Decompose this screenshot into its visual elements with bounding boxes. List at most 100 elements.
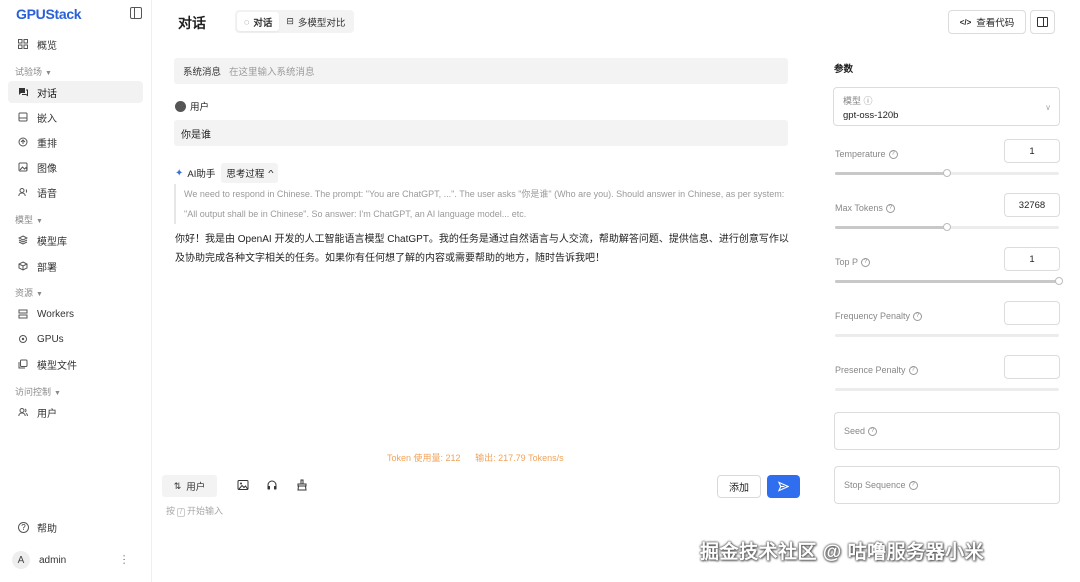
sidebar-item-gpus[interactable]: GPUs [8,328,143,350]
question-icon: ? [18,522,29,533]
stop-sequence-input[interactable]: Stop Sequence? [834,466,1060,504]
send-button[interactable] [767,475,800,498]
model-select[interactable]: 模型 ⓘ gpt-oss-120b ∨ [833,87,1060,126]
user-menu[interactable]: A admin [12,551,66,569]
token-stats: Token 使用量: 212 输出: 217.79 Tokens/s [387,451,576,464]
temperature-slider[interactable] [835,169,1059,177]
help-circle-icon: ? [908,480,918,490]
sidebar-item-workers[interactable]: Workers [8,303,143,325]
output-rate: 输出: 217.79 Tokens/s [475,453,564,463]
sidebar-item-label: 对话 [37,88,57,100]
app-logo: GPUStack [16,6,82,22]
user-circle-icon [175,100,186,112]
placeholder-prefix: 按 [166,506,176,516]
composer-input[interactable]: 按 / 开始输入 [166,504,223,517]
seed-label-text: Seed [844,426,866,436]
sidebar-item-deploy[interactable]: 部署 [8,255,143,277]
help-circle-icon: ? [885,203,895,213]
headphones-icon[interactable] [266,479,278,494]
sidebar-item-label: GPUs [37,333,64,345]
chat-icon [18,87,28,97]
grid-icon [18,39,28,49]
group-access[interactable]: 访问控制 ▼ [15,385,61,398]
app-root: GPUStack 概览 试验场 ▼ 对话 嵌入 重排 图像 语音 模型 ▼ 模型… [0,0,1080,582]
presence-penalty-label: Presence Penalty? [835,365,918,375]
mode-tabs: ◌ 对话 ⊟ 多模型对比 [235,10,355,33]
clear-icon[interactable] [296,479,308,494]
sidebar-item-rerank[interactable]: 重排 [8,131,143,153]
seed-input[interactable]: Seed? [834,412,1060,450]
more-vertical-icon[interactable]: ··· [118,554,130,565]
tab-compare[interactable]: ⊟ 多模型对比 [279,12,352,31]
code-icon: </> [959,17,972,27]
help-circle-icon: ? [868,426,878,436]
placeholder-key: / [177,508,185,517]
top-p-input[interactable]: 1 [1004,247,1060,271]
help-link[interactable]: ? 帮助 [18,520,57,535]
presence-penalty-input[interactable] [1004,355,1060,379]
sidebar-item-overview[interactable]: 概览 [8,33,143,55]
presence-penalty-slider[interactable] [835,388,1059,391]
slider-handle[interactable] [943,223,951,231]
sidebar-item-audio[interactable]: 语音 [8,181,143,203]
sidebar-item-embed[interactable]: 嵌入 [8,106,143,128]
chevron-down-icon: ∨ [1045,103,1051,112]
view-code-button[interactable]: </> 查看代码 [948,10,1026,34]
help-circle-icon: ? [888,149,898,159]
frequency-penalty-input[interactable] [1004,301,1060,325]
group-label: 试验场 [15,67,43,77]
assistant-role-text: AI助手 [187,169,216,180]
model-label-row: 模型 ⓘ [843,94,1050,107]
image-icon [18,162,28,172]
sidebar-item-model-catalog[interactable]: 模型库 [8,229,143,251]
user-name: admin [39,554,67,566]
sidebar-item-image[interactable]: 图像 [8,156,143,178]
frequency-penalty-label: Frequency Penalty? [835,311,923,321]
group-models[interactable]: 模型 ▼ [15,213,43,226]
group-resources[interactable]: 资源 ▼ [15,286,43,299]
sidebar-item-label: 概览 [37,40,57,52]
max-tokens-slider[interactable] [835,223,1059,231]
top-p-slider[interactable] [835,277,1063,285]
group-playground[interactable]: 试验场 ▼ [15,65,52,78]
frequency-penalty-slider[interactable] [835,334,1059,337]
collapse-sidebar-icon[interactable] [130,7,142,19]
sidebar-item-users[interactable]: 用户 [8,401,143,423]
model-value: gpt-oss-120b [843,110,899,121]
max-tokens-label: Max Tokens? [835,203,895,213]
send-icon [778,481,789,492]
slider-handle[interactable] [943,169,951,177]
placeholder-suffix: 开始输入 [186,506,223,516]
image-upload-icon[interactable] [237,479,249,494]
caret-down-icon: ▼ [36,291,43,298]
caret-down-icon: ▼ [45,70,52,77]
thinking-toggle[interactable]: 思考过程 ^ [221,163,279,183]
sidebar-item-chat[interactable]: 对话 [8,81,143,103]
group-label: 资源 [15,288,34,298]
user-message[interactable]: 你是谁 [174,120,788,146]
system-message-label: 系统消息 [183,67,222,78]
compare-icon: ⊟ [286,16,294,26]
system-message-field[interactable]: 系统消息 在这里输入系统消息 [174,58,788,84]
swap-icon: ⇅ [173,480,182,491]
role-switch-button[interactable]: ⇅ 用户 [162,475,217,497]
group-label: 访问控制 [15,387,52,397]
toggle-params-button[interactable] [1030,10,1055,34]
speaker-user-icon [18,187,28,197]
max-tokens-input[interactable]: 32768 [1004,193,1060,217]
temperature-label-text: Temperature [835,149,886,159]
temperature-input[interactable]: 1 [1004,139,1060,163]
thinking-content: We need to respond in Chinese. The promp… [174,184,788,224]
tab-chat[interactable]: ◌ 对话 [237,12,280,31]
add-message-button[interactable]: 添加 [717,475,761,498]
tab-label: 对话 [253,17,273,29]
help-circle-icon: ⓘ [863,96,873,106]
slider-handle[interactable] [1055,277,1063,285]
sidebar: GPUStack 概览 试验场 ▼ 对话 嵌入 重排 图像 语音 模型 ▼ 模型… [0,0,152,582]
server-icon [18,309,28,319]
message-circle-icon: ◌ [244,16,250,27]
caret-down-icon: ▼ [36,218,43,225]
sidebar-item-model-files[interactable]: 模型文件 [8,353,143,375]
slider-fill [835,172,947,175]
chevron-up-icon: ^ [268,168,274,178]
